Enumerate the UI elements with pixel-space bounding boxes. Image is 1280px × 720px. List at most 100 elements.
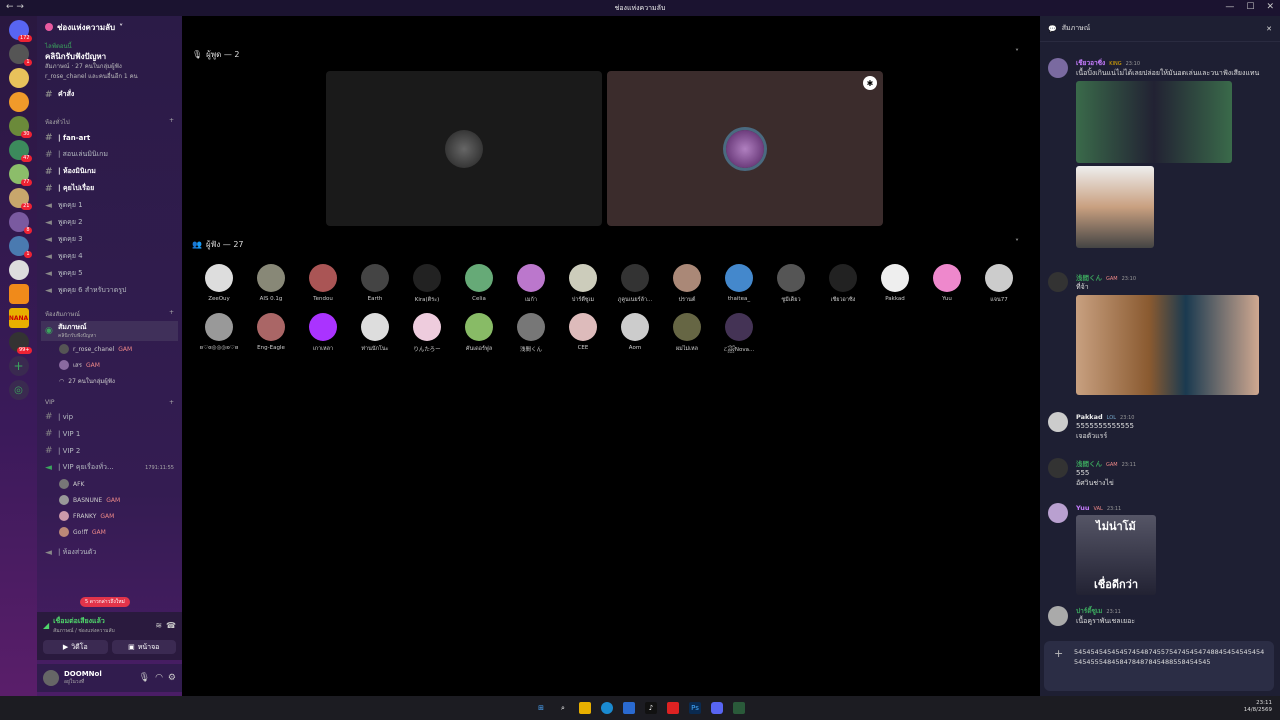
new-mentions-badge[interactable]: 5 ดาวกล่าวถึงใหม่	[80, 597, 130, 607]
photoshop-icon[interactable]: Ps	[689, 702, 701, 714]
audience-member[interactable]: Yuu	[924, 264, 970, 302]
headphones-icon[interactable]: ◠	[155, 673, 163, 683]
audience-member[interactable]: เชียวอาซิ่ง	[820, 264, 866, 304]
server-icon[interactable]	[8, 284, 29, 304]
server-icon[interactable]: 47	[8, 140, 32, 162]
server-icon[interactable]	[8, 68, 29, 88]
avatar[interactable]	[43, 670, 59, 686]
server-header[interactable]: ช่องแห่งความลับ ˅	[37, 16, 182, 38]
category-interview[interactable]: ห้องสัมภาษณ์ +	[37, 299, 182, 321]
server-icon[interactable]: 8	[8, 212, 32, 234]
stage-member[interactable]: เสร GAM	[37, 357, 182, 373]
explore-icon[interactable]: ◎	[8, 380, 29, 400]
search-icon[interactable]: ⌕	[557, 702, 569, 714]
voice-member[interactable]: BASNUNE GAM	[37, 492, 182, 508]
microphone-icon[interactable]: 🎙	[139, 673, 150, 683]
avatar[interactable]	[1048, 58, 1068, 78]
settings-gear-icon[interactable]: ⚙	[168, 673, 176, 683]
speaker-tile[interactable]: ✱	[607, 71, 883, 226]
meme-image[interactable]	[1076, 295, 1259, 395]
audience-member[interactable]: Celia	[456, 264, 502, 302]
voice-member[interactable]: Go!ff GAM	[37, 524, 182, 540]
audience-member[interactable]: Tendou	[300, 264, 346, 302]
audience-member[interactable]: Pakkad	[872, 264, 918, 302]
channel-commands[interactable]: # คำสั่ง	[37, 86, 182, 103]
channel-chitchat[interactable]: # | คุยไปเรื่อย	[37, 180, 182, 197]
game-screenshot-image[interactable]	[1076, 81, 1232, 163]
avatar[interactable]	[1048, 503, 1068, 523]
server-icon[interactable]: 1	[8, 44, 32, 66]
category-general[interactable]: ห้องทั่วไป +	[37, 103, 182, 129]
add-server-icon[interactable]: +	[8, 356, 29, 376]
channel-minigame[interactable]: # | ห้องมินิเกม	[37, 163, 182, 180]
voice-member[interactable]: AFK	[37, 476, 182, 492]
audience-member[interactable]: ภูคูนเนยร์ล้า...	[612, 264, 658, 304]
tiktok-icon[interactable]: ♪	[645, 702, 657, 714]
voice-channel-vip[interactable]: ◄ | VIP คุยเรื่องทั่ว... 1791:11:55	[37, 459, 182, 476]
audience-member[interactable]: ปาร์ตี้ซูเม	[560, 264, 606, 304]
server-icon[interactable]: NANA	[8, 308, 29, 328]
audience-member[interactable]: 浅間くん	[508, 313, 554, 353]
file-explorer-icon[interactable]	[579, 702, 591, 714]
avatar[interactable]	[1048, 272, 1068, 292]
close-icon[interactable]: ✕	[1266, 25, 1272, 33]
voice-channel[interactable]: ◄ พูดคุย 2	[37, 214, 182, 231]
channel-fan-art[interactable]: # | fan-art	[37, 129, 182, 146]
avatar[interactable]	[1048, 412, 1068, 432]
chevron-down-icon[interactable]: ˅	[1015, 48, 1019, 57]
audience-member[interactable]: ซูมี่เด็ยว	[768, 264, 814, 304]
voice-channel[interactable]: ◄ พูดคุย 6 สำหรับวาดรูป	[37, 282, 182, 299]
category-vip[interactable]: VIP +	[37, 389, 182, 408]
voice-member[interactable]: FRANKY GAM	[37, 508, 182, 524]
speaker-tile[interactable]	[326, 71, 602, 226]
server-icon[interactable]: 77	[8, 164, 32, 186]
channel-vip[interactable]: # | vip	[37, 408, 182, 425]
audience-member[interactable]: AIS 0.1g	[248, 264, 294, 302]
stage-member[interactable]: r_rose_chanel GAM	[37, 341, 182, 357]
server-icon[interactable]: 21	[8, 188, 32, 210]
screen-share-button[interactable]: ▣ หน้าจอ	[111, 640, 176, 654]
audience-member[interactable]: ท่านนักโนะ	[352, 313, 398, 353]
audience-member[interactable]: แจน77	[976, 264, 1022, 304]
meme-image[interactable]: ไม่น่าโม้ เชื่อดีกว่า	[1076, 515, 1156, 595]
audience-member[interactable]: ℰ꫞Nova...	[716, 313, 762, 356]
audience-member[interactable]: Earth	[352, 264, 398, 302]
discord-icon[interactable]	[711, 702, 723, 714]
voice-channel[interactable]: ◄ พูดคุย 3	[37, 231, 182, 248]
stage-channel-interview[interactable]: ◉ สัมภาษณ์ คลินิกรับฟังปัญหา	[41, 321, 178, 341]
sticker-image[interactable]	[1076, 166, 1154, 248]
avatar[interactable]	[1048, 606, 1068, 626]
server-icon[interactable]: 1	[8, 236, 32, 258]
audience-member[interactable]: เกาเหลา	[300, 313, 346, 353]
voice-channel[interactable]: ◄ พูดคุย 5	[37, 265, 182, 282]
live-event-card[interactable]: ไลฟ์ตอนนี้ คลินิกรับฟังปัญหา สัมภาษณ์ · …	[37, 38, 182, 86]
edge-icon[interactable]	[601, 702, 613, 714]
add-attachment-icon[interactable]: +	[1054, 648, 1063, 659]
server-icon[interactable]	[8, 260, 29, 280]
audience-member[interactable]: Aom	[612, 313, 658, 351]
server-icon[interactable]: 30	[8, 116, 32, 138]
chat-input[interactable]: + 54545454545457454874557547454547488454…	[1044, 641, 1274, 691]
maximize-icon[interactable]: ☐	[1246, 2, 1254, 12]
voice-channel[interactable]: ◄ พูดคุย 4	[37, 248, 182, 265]
audience-member[interactable]: りんたろー	[404, 313, 450, 353]
channel-vip-1[interactable]: # | VIP 1	[37, 425, 182, 442]
dm-home-icon[interactable]: 172	[8, 20, 32, 42]
channel-minigame-guide[interactable]: # | สอนเล่นมินิเกม	[37, 146, 182, 163]
noise-icon[interactable]: ≋	[155, 621, 162, 630]
chevron-down-icon[interactable]: ˅	[1015, 238, 1019, 247]
channel-vip-2[interactable]: # | VIP 2	[37, 442, 182, 459]
audience-member[interactable]: ผมไม่เหล	[664, 313, 710, 353]
audience-member[interactable]: ZeeOuy	[196, 264, 242, 302]
add-channel-icon[interactable]: +	[169, 117, 174, 127]
avatar[interactable]	[1048, 458, 1068, 478]
audience-member[interactable]: เมก้า	[508, 264, 554, 304]
voice-location[interactable]: สัมภาษณ์ / ช่องแห่งความลับ	[53, 627, 115, 635]
minimize-icon[interactable]: —	[1225, 2, 1234, 12]
video-button[interactable]: ▶ วิดีโอ	[43, 640, 108, 654]
voice-channel[interactable]: ◄ พูดคุย 1	[37, 197, 182, 214]
audience-member[interactable]: Eng-Eagle	[248, 313, 294, 351]
close-icon[interactable]: ✕	[1266, 2, 1274, 12]
server-icon[interactable]	[8, 92, 29, 112]
audience-member[interactable]: ปรานต์	[664, 264, 710, 304]
